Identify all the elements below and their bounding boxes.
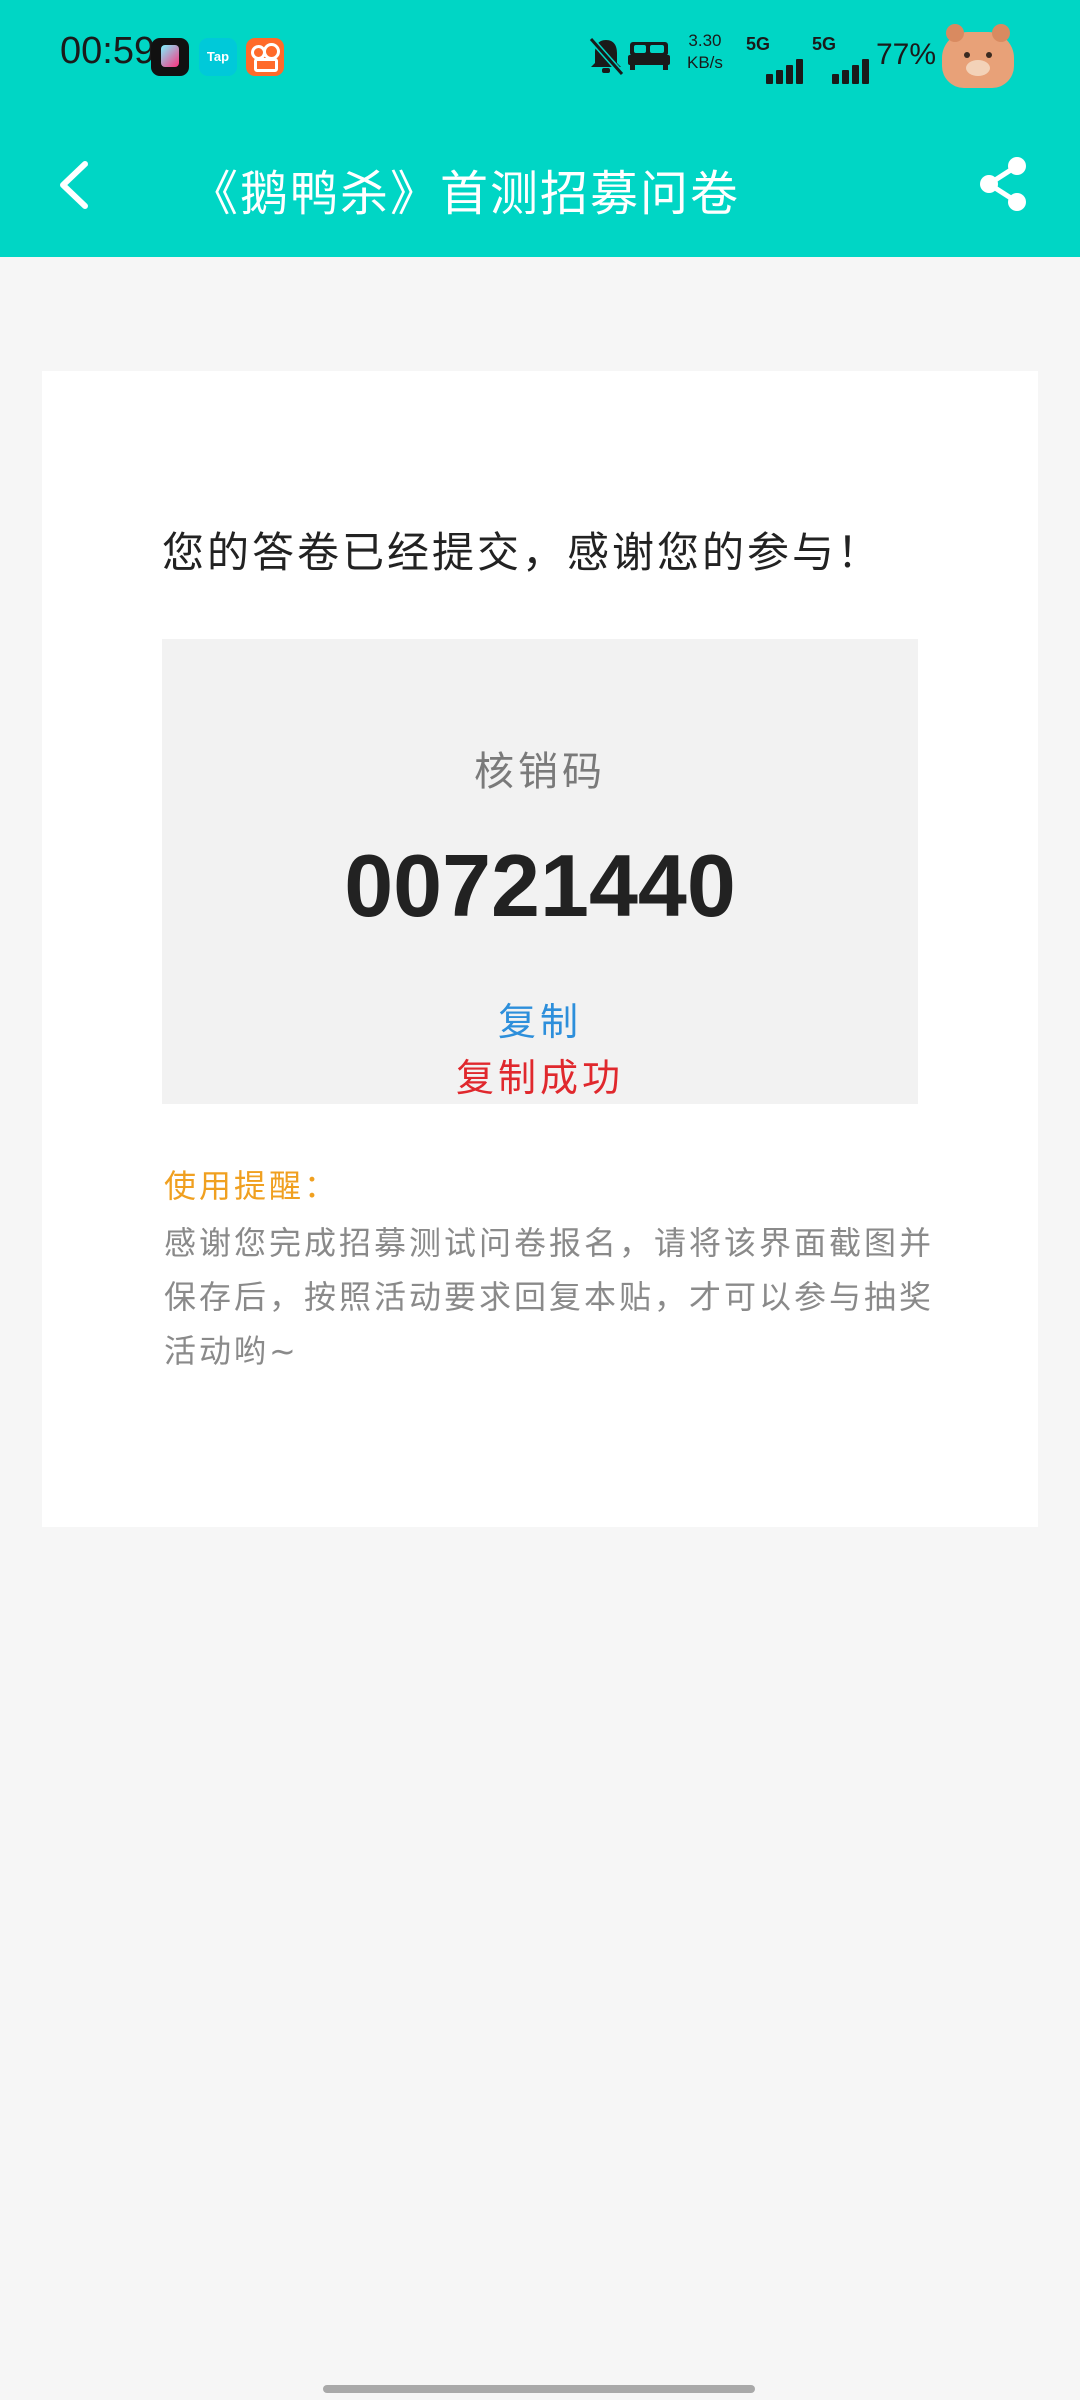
navigation-bar: 《鹅鸭杀》首测招募问卷 xyxy=(0,140,1080,230)
kuaishou-icon xyxy=(246,38,284,76)
copy-success-text: 复制成功 xyxy=(455,1056,624,1100)
redeem-code-box: 核销码 00721440 复制 复制成功 xyxy=(162,639,918,1104)
avatar xyxy=(942,24,1014,88)
tips-title: 使用提醒： xyxy=(164,1167,340,1205)
battery-level: 77% xyxy=(876,38,937,71)
network-speed-value: 3.30 xyxy=(688,31,722,50)
music-app-icon xyxy=(151,38,189,76)
tips-body: 感谢您完成招募测试问卷报名，请将该界面截图并保存后，按照活动要求回复本贴，才可以… xyxy=(164,1224,935,1370)
network-speed: 3.30 KB/s xyxy=(687,30,723,74)
copy-button[interactable]: 复制 xyxy=(162,991,918,1046)
taptap-icon: Tap xyxy=(199,38,237,76)
share-icon[interactable] xyxy=(975,154,1031,214)
code-value: 00721440 xyxy=(344,836,736,935)
home-indicator[interactable] xyxy=(323,2385,755,2393)
status-time: 00:59 xyxy=(60,30,156,72)
page-title: 《鹅鸭杀》首测招募问卷 xyxy=(190,166,741,222)
submit-success-message: 您的答卷已经提交，感谢您的参与！ xyxy=(162,528,883,577)
sleep-mode-icon xyxy=(628,42,670,70)
network-speed-unit: KB/s xyxy=(687,53,723,72)
result-card: 您的答卷已经提交，感谢您的参与！ 核销码 00721440 复制 复制成功 使用… xyxy=(42,371,1038,1527)
mute-bell-icon xyxy=(588,37,624,76)
chevron-left-icon[interactable] xyxy=(55,158,95,212)
app-header: 00:59 Tap 3.30 KB/s 5G 5G 77% 《鹅鸭杀》首测招募问… xyxy=(0,0,1080,257)
code-label: 核销码 xyxy=(474,749,606,795)
status-bar: 00:59 Tap 3.30 KB/s 5G 5G 77% xyxy=(0,0,1080,115)
